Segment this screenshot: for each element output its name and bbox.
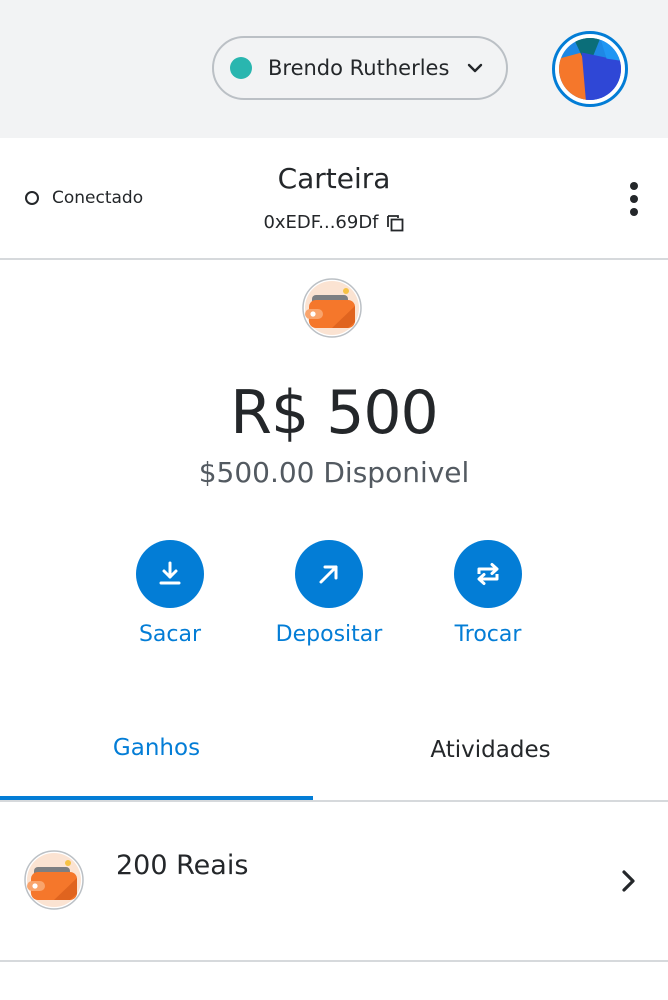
page-title: Carteira — [277, 162, 391, 195]
sacar-circle — [136, 540, 204, 608]
account-name: Brendo Rutherles — [268, 56, 450, 80]
tab-ganhos[interactable]: Ganhos — [0, 700, 313, 800]
wallet-icon — [302, 278, 362, 338]
tab-bar: Ganhos Atividades — [0, 700, 668, 802]
status-ring-icon — [25, 191, 39, 205]
chevron-right-icon — [622, 870, 635, 892]
network-status-dot — [230, 57, 252, 79]
balance-secondary: $500.00 Disponivel — [198, 456, 470, 489]
connection-status[interactable]: Conectado — [25, 188, 143, 208]
copy-address-button[interactable]: 0xEDF...69Df — [234, 212, 434, 233]
kebab-dot — [630, 195, 638, 203]
depositar-button[interactable]: Depositar — [259, 540, 399, 647]
identicon-avatar-icon — [559, 38, 621, 100]
chevron-down-icon — [466, 59, 484, 77]
account-avatar[interactable] — [552, 31, 628, 107]
account-selector[interactable]: Brendo Rutherles — [212, 36, 508, 100]
swap-icon — [477, 563, 499, 585]
kebab-dot — [630, 182, 638, 190]
depositar-label: Depositar — [275, 622, 383, 647]
asset-label: 200 Reais — [116, 850, 249, 881]
sacar-label: Sacar — [138, 622, 202, 647]
wallet-app: Brendo Rutherles Conectado Carteira 0xED… — [0, 0, 668, 1000]
kebab-dot — [630, 208, 638, 216]
trocar-button[interactable]: Trocar — [418, 540, 558, 647]
trocar-label: Trocar — [454, 622, 522, 647]
tab-atividades[interactable]: Atividades — [313, 700, 668, 800]
wallet-actions: Sacar Depositar Trocar — [0, 540, 668, 650]
balance-primary: R$ 500 — [230, 378, 438, 448]
connection-status-label: Conectado — [52, 188, 144, 208]
wallet-icon — [24, 850, 84, 910]
trocar-circle — [454, 540, 522, 608]
depositar-circle — [295, 540, 363, 608]
download-icon — [159, 561, 181, 585]
asset-list-item[interactable]: 200 Reais — [0, 802, 668, 962]
sacar-button[interactable]: Sacar — [100, 540, 240, 647]
arrow-up-right-icon — [319, 565, 338, 584]
wallet-header: Conectado Carteira 0xEDF...69Df — [0, 138, 668, 260]
account-options-menu-icon[interactable] — [622, 182, 646, 216]
top-bar: Brendo Rutherles — [0, 0, 668, 138]
wallet-address: 0xEDF...69Df — [263, 212, 379, 233]
copy-icon — [386, 214, 403, 231]
